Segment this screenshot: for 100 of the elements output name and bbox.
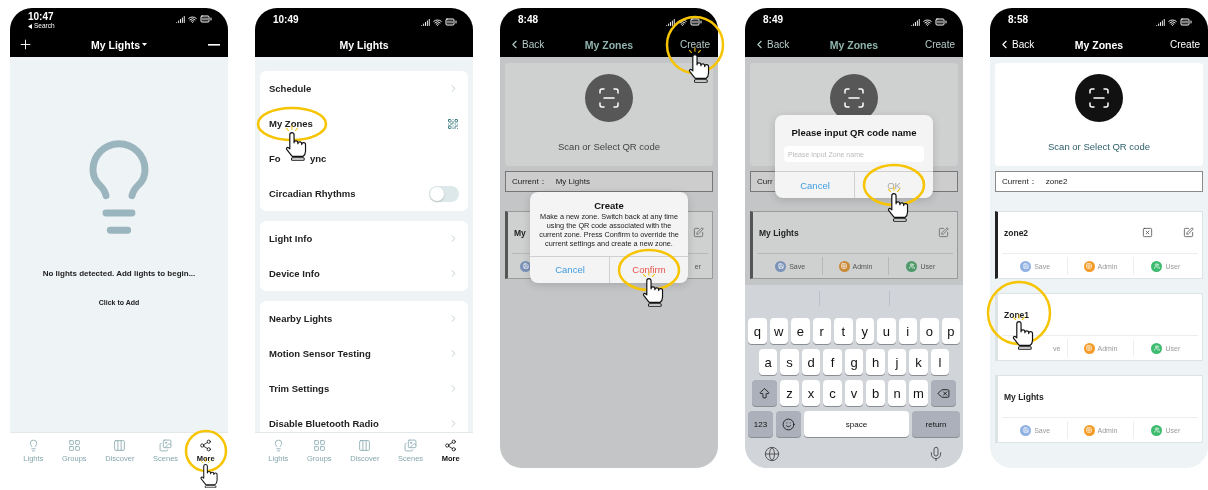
status-time: 8:48 xyxy=(518,14,538,25)
battery-icon xyxy=(200,13,212,25)
wifi-icon xyxy=(1168,17,1177,27)
shift-icon xyxy=(758,386,772,400)
dialog-title: Create xyxy=(594,199,624,212)
zone-name: Zone1 xyxy=(1004,309,1030,320)
add-button[interactable] xyxy=(18,37,33,52)
keyboard-key[interactable]: c xyxy=(823,380,842,406)
create-button[interactable]: Create xyxy=(925,39,955,50)
keyboard-key[interactable]: b xyxy=(866,380,885,406)
keyboard-key[interactable]: j xyxy=(887,349,907,375)
menu-item[interactable]: Fo ync xyxy=(260,141,468,176)
empty-message: No lights detected. Add lights to begin... xyxy=(42,269,196,278)
battery-icon xyxy=(690,16,702,28)
scan-icon xyxy=(597,86,621,110)
menu-item[interactable]: Schedule xyxy=(260,71,468,106)
menu-item[interactable]: Trim Settings xyxy=(260,371,468,406)
back-button[interactable]: Back xyxy=(753,38,790,51)
shift-key[interactable] xyxy=(752,380,778,406)
keyboard-key[interactable]: p xyxy=(941,318,960,344)
emoji-key[interactable] xyxy=(776,411,801,437)
scan-icon xyxy=(1087,86,1111,110)
menu-item[interactable]: My Zones xyxy=(260,106,468,141)
grid-icon xyxy=(67,438,81,452)
keyboard-key[interactable]: l xyxy=(930,349,950,375)
nav-title: My Zones xyxy=(1074,38,1124,51)
keyboard-key[interactable]: y xyxy=(855,318,874,344)
keyboard-key[interactable]: d xyxy=(801,349,821,375)
wifi-icon xyxy=(923,17,932,27)
keyboard-key[interactable]: a xyxy=(758,349,778,375)
current-zone-name: zone2 xyxy=(1045,177,1068,186)
keyboard-key[interactable]: w xyxy=(769,318,788,344)
keyboard-key[interactable]: x xyxy=(801,380,821,406)
scan-button[interactable] xyxy=(1075,74,1123,122)
nav-title: My Zones xyxy=(829,38,879,51)
signal-icon xyxy=(911,17,920,27)
toggle-switch[interactable] xyxy=(429,185,459,202)
keyboard-key[interactable]: h xyxy=(866,349,885,375)
backspace-icon xyxy=(936,386,950,400)
menu-item[interactable]: Disable Bluetooth Radio xyxy=(260,406,468,432)
status-time: 8:49 xyxy=(763,14,783,25)
user-icon xyxy=(1151,342,1163,354)
create-button[interactable]: Create xyxy=(680,39,710,50)
menu-item[interactable]: Nearby Lights xyxy=(260,301,468,336)
menu-item[interactable]: Light Info xyxy=(260,221,468,256)
microphone-icon[interactable] xyxy=(928,446,944,462)
columns-icon xyxy=(358,438,372,452)
edit-icon[interactable] xyxy=(1183,227,1194,238)
wifi-icon xyxy=(433,17,442,27)
globe-icon[interactable] xyxy=(764,446,780,462)
wifi-icon xyxy=(678,17,687,27)
keyboard-key[interactable]: g xyxy=(844,349,864,375)
current-label: Curr xyxy=(757,177,773,186)
x-square-icon[interactable] xyxy=(1142,227,1153,238)
keyboard-key[interactable]: q xyxy=(748,318,767,344)
user-icon xyxy=(906,260,918,272)
admin-icon xyxy=(838,260,850,272)
keyboard-key[interactable]: k xyxy=(909,349,928,375)
back-button[interactable]: Back xyxy=(998,38,1035,51)
keyboard-key[interactable]: i xyxy=(898,318,917,344)
create-button[interactable]: Create xyxy=(1170,39,1200,50)
minus-icon xyxy=(208,43,220,46)
keyboard-key[interactable]: f xyxy=(823,349,842,375)
edit-icon[interactable] xyxy=(693,227,704,238)
menu-item[interactable]: Motion Sensor Testing xyxy=(260,336,468,371)
keyboard-key[interactable]: e xyxy=(791,318,810,344)
caret-icon xyxy=(142,43,147,46)
remove-button[interactable] xyxy=(208,43,220,46)
current-label: Current： xyxy=(512,176,547,187)
menu-item[interactable]: Circadian Rhythms xyxy=(260,176,468,211)
keyboard-key[interactable]: m xyxy=(909,380,928,406)
title-dropdown[interactable]: My Lights xyxy=(91,38,147,51)
keyboard-key[interactable]: n xyxy=(887,380,907,406)
zone-name: My Lights xyxy=(759,227,799,238)
space-key[interactable]: space xyxy=(804,411,909,437)
keyboard-key[interactable]: z xyxy=(780,380,799,406)
signal-icon xyxy=(666,17,675,27)
columns-icon xyxy=(113,438,127,452)
zone-name: My xyxy=(514,227,526,238)
grid-icon xyxy=(312,438,326,452)
qr-code-icon xyxy=(447,117,459,130)
signal-icon xyxy=(1156,17,1165,27)
delete-key[interactable] xyxy=(930,380,956,406)
user-icon xyxy=(1151,260,1163,272)
menu-item[interactable]: Device Info xyxy=(260,256,468,291)
back-button[interactable]: Back xyxy=(508,38,545,51)
signal-icon xyxy=(176,14,185,24)
keyboard-key[interactable]: s xyxy=(780,349,799,375)
keyboard-key[interactable]: t xyxy=(834,318,853,344)
keyboard-key[interactable]: o xyxy=(920,318,939,344)
status-time: 10:49 xyxy=(273,14,299,25)
keyboard-key[interactable]: v xyxy=(844,380,864,406)
return-key[interactable]: return xyxy=(912,411,960,437)
current-label: Current： xyxy=(1002,176,1037,187)
keyboard-key[interactable]: u xyxy=(877,318,896,344)
share-icon xyxy=(199,438,213,452)
battery-icon xyxy=(935,16,947,28)
keyboard-key[interactable]: r xyxy=(812,318,831,344)
keyboard-key[interactable]: 123 xyxy=(748,411,773,437)
current-zone-name: My Lights xyxy=(555,177,590,186)
